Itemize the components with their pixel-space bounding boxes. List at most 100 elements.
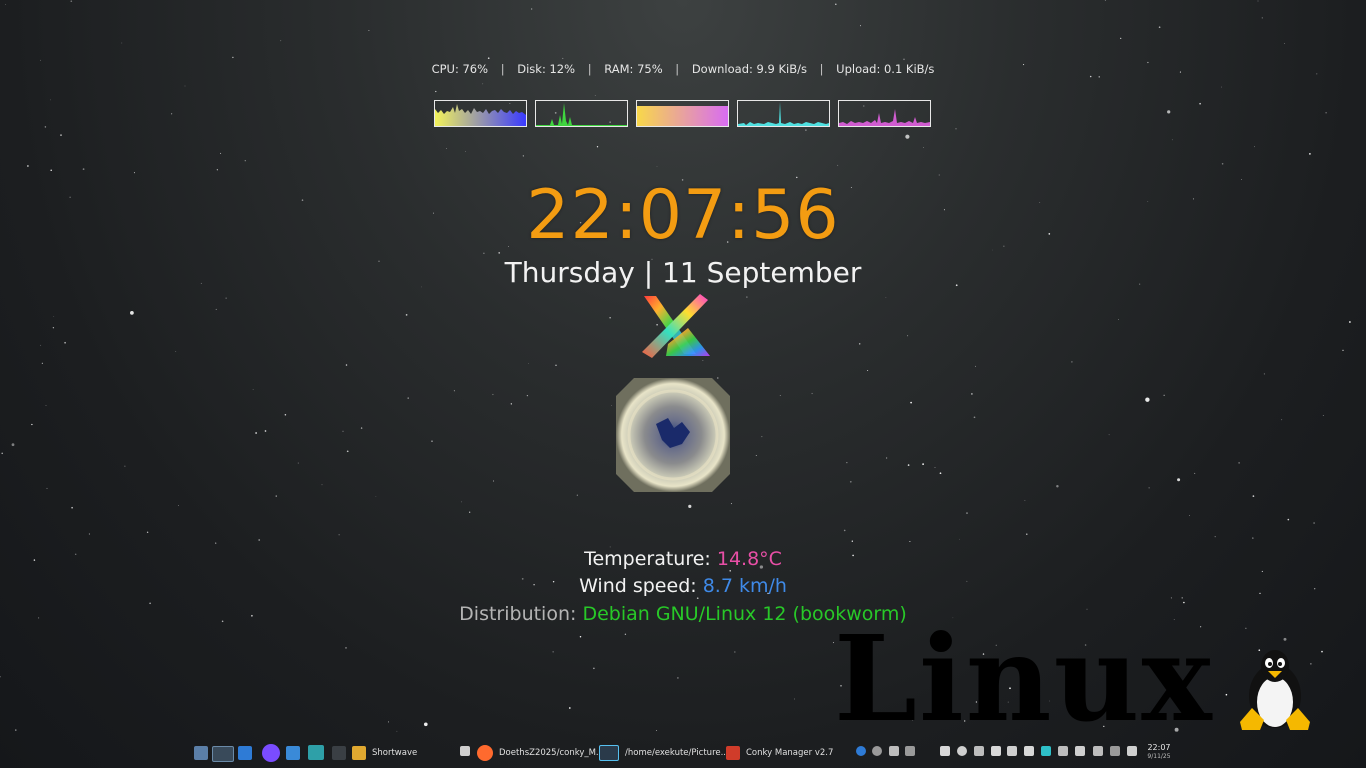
- star: [1284, 43, 1285, 44]
- task-conky-manager[interactable]: Conky Manager v2.7: [726, 744, 833, 762]
- star: [624, 633, 627, 635]
- star: [255, 432, 257, 434]
- star: [252, 389, 254, 390]
- messenger-icon[interactable]: [262, 744, 280, 762]
- star: [846, 462, 848, 464]
- star: [922, 463, 924, 465]
- star: [576, 494, 578, 496]
- temperature-value: 14.8°C: [716, 548, 782, 570]
- star: [258, 539, 261, 541]
- star: [552, 651, 554, 653]
- clipboard-icon[interactable]: [889, 746, 899, 756]
- star: [1283, 637, 1287, 641]
- audio-mixer-icon[interactable]: [1041, 746, 1051, 756]
- star: [345, 647, 347, 649]
- terminal-tray-icon[interactable]: [905, 746, 915, 756]
- application-launcher-icon[interactable]: [194, 746, 208, 760]
- media-play-icon[interactable]: [957, 746, 967, 756]
- monitor-icon[interactable]: [308, 745, 324, 760]
- volume-tray-icon[interactable]: [1007, 746, 1017, 756]
- star: [396, 730, 398, 732]
- star: [321, 484, 323, 486]
- star: [939, 472, 942, 475]
- star: [510, 403, 512, 405]
- star: [175, 351, 177, 353]
- star: [966, 512, 968, 514]
- star: [755, 454, 757, 457]
- star: [843, 529, 846, 532]
- task-image-viewer[interactable]: /home/exekute/Picture...: [599, 744, 729, 762]
- solar-image: [616, 378, 730, 492]
- usb-icon[interactable]: [1058, 746, 1068, 756]
- star: [40, 344, 42, 346]
- pager-icon[interactable]: [212, 746, 234, 762]
- star: [82, 168, 85, 170]
- software-center-icon[interactable]: [286, 746, 300, 760]
- star: [482, 83, 484, 85]
- taskbar-clock[interactable]: 22:07 9/11/25: [1144, 743, 1174, 761]
- star: [835, 3, 837, 6]
- star: [1098, 76, 1100, 78]
- star: [146, 531, 149, 534]
- task-shortwave[interactable]: Shortwave: [352, 744, 417, 762]
- star: [734, 651, 736, 653]
- star: [220, 152, 222, 154]
- star: [860, 25, 861, 27]
- computer-icon[interactable]: [1075, 746, 1085, 756]
- download-graph: [737, 100, 830, 127]
- star: [702, 360, 704, 361]
- info-icon[interactable]: [856, 746, 866, 756]
- distribution-label: Distribution:: [459, 603, 583, 625]
- taskbar: Shortwave DoethsZ2025/conky_M... /home/e…: [0, 740, 1366, 768]
- battery-icon[interactable]: [1110, 746, 1120, 756]
- equalizer-icon[interactable]: [238, 746, 252, 760]
- star: [405, 314, 408, 316]
- terminal-icon[interactable]: [332, 746, 346, 760]
- star: [1177, 478, 1181, 482]
- star: [184, 85, 186, 87]
- taskbar-clock-time: 22:07: [1147, 743, 1171, 752]
- cpu-graph: [434, 100, 527, 127]
- star: [794, 698, 795, 700]
- star: [1170, 597, 1172, 599]
- star: [215, 308, 217, 310]
- star: [1181, 597, 1183, 599]
- bulb-icon[interactable]: [974, 746, 984, 756]
- display-icon[interactable]: [991, 746, 1001, 756]
- star: [215, 542, 217, 544]
- star: [88, 533, 90, 535]
- star: [244, 160, 246, 162]
- network-icon[interactable]: [1127, 746, 1137, 756]
- star: [1199, 102, 1201, 105]
- star: [40, 59, 41, 61]
- star: [64, 341, 66, 344]
- system-stats-line: CPU: 76% | Disk: 12% | RAM: 75% | Downlo…: [0, 62, 1366, 76]
- star: [346, 450, 349, 453]
- stat-separator: |: [500, 62, 505, 76]
- linux-watermark: Linux: [834, 609, 1214, 748]
- star: [1056, 484, 1059, 488]
- star: [284, 414, 287, 416]
- star: [0, 676, 1, 678]
- screen-icon[interactable]: [1024, 746, 1034, 756]
- star: [423, 722, 428, 727]
- volume-icon[interactable]: [460, 746, 470, 756]
- messenger-tray-icon[interactable]: [872, 746, 882, 756]
- phone-icon[interactable]: [1093, 746, 1103, 756]
- star: [435, 90, 437, 93]
- star: [975, 365, 976, 367]
- conky-manager-icon: [726, 746, 740, 760]
- task-firefox[interactable]: DoethsZ2025/conky_M...: [477, 744, 604, 762]
- star: [910, 401, 912, 404]
- image-viewer-icon: [599, 745, 619, 761]
- star: [531, 8, 533, 10]
- star: [1104, 0, 1106, 1]
- star: [526, 394, 529, 397]
- star: [905, 134, 910, 139]
- scissors-icon[interactable]: [940, 746, 950, 756]
- star: [280, 40, 282, 42]
- task-label: DoethsZ2025/conky_M...: [499, 748, 605, 758]
- star: [1148, 487, 1150, 489]
- star: [779, 395, 781, 396]
- star: [11, 443, 15, 447]
